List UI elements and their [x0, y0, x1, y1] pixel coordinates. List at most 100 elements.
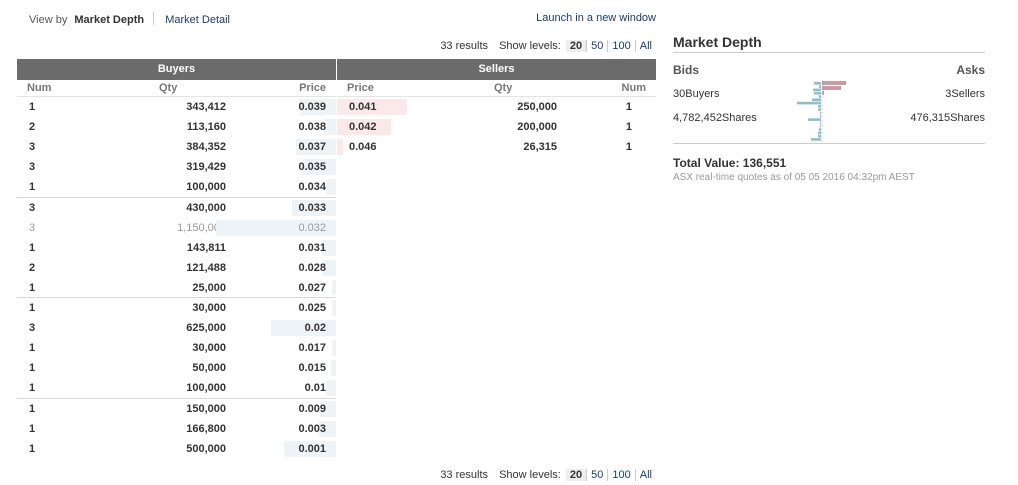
seller-price-cell: 0.046 [337, 137, 447, 157]
buyer-price-cell: 0.028 [237, 258, 336, 278]
buyer-row: 1 500,000 0.001 [17, 439, 336, 459]
buyer-price: 0.034 [298, 181, 326, 194]
buyer-row: 3 430,000 0.033 [17, 197, 336, 217]
buyer-num: 1 [29, 442, 36, 455]
buyer-price: 0.039 [298, 101, 326, 114]
mini-bid-bar [820, 111, 821, 115]
buyer-num: 1 [29, 362, 36, 375]
buyers-column-headers: Num Qty Price [17, 80, 336, 97]
mini-bid-bar [812, 98, 821, 102]
buyer-price-cell: 0.031 [237, 238, 336, 258]
seller-price-cell: 0.041 [337, 97, 447, 117]
mini-bid-bar [818, 108, 821, 111]
buyer-qty: 430,000 [186, 201, 226, 214]
mini-bid-bar [811, 138, 821, 141]
seller-num: 1 [625, 141, 632, 154]
seller-price: 0.042 [349, 121, 377, 134]
buyer-price-cell: 0.027 [237, 277, 336, 299]
level-20[interactable]: 20 [565, 40, 587, 52]
buyer-price-cell: 0.032 [216, 218, 336, 238]
buyer-qty: 100,000 [127, 378, 237, 399]
buyer-price-cell: 0.037 [237, 137, 336, 157]
level-20-bottom[interactable]: 20 [565, 469, 587, 481]
buyer-qty: 625,000 [186, 322, 226, 335]
buyers-table: 1 343,412 0.039 2 113,160 0.038 3 384,352 0.037 3… [17, 97, 336, 459]
level-100-bottom[interactable]: 100 [607, 469, 634, 481]
mini-bid-bar [819, 85, 821, 88]
sellers-table: 0.041 250,000 1 0.042 200,000 1 0.046 26,315 1 [337, 97, 656, 157]
buyer-qty: 50,000 [192, 362, 226, 375]
view-switcher: View by Market Depth Market Detail [29, 12, 230, 26]
asks-label: Asks [956, 63, 985, 77]
buyer-num: 2 [29, 261, 36, 274]
panel-divider [673, 143, 985, 144]
buyer-qty: 384,352 [186, 141, 226, 154]
depth-mini-chart [797, 80, 846, 142]
buyer-qty: 25,000 [127, 277, 237, 299]
buyer-price: 0.009 [298, 402, 326, 415]
panel-summary: Bids Asks 30Buyers 3Sellers 4,782,452Sha… [673, 53, 985, 143]
buyer-num: 1 [17, 277, 127, 299]
mini-ask-bar [822, 81, 846, 85]
level-100[interactable]: 100 [607, 40, 634, 52]
buyer-price: 0.017 [298, 342, 326, 355]
asx-quote-note: ASX real-time quotes as of 05 05 2016 04… [673, 172, 915, 183]
sellers-count: 3Sellers [945, 88, 985, 100]
level-all[interactable]: All [634, 40, 656, 52]
col-buy-qty: Qty [159, 82, 178, 94]
show-levels-label: Show levels: [499, 40, 561, 52]
buyer-qty: 150,000 [186, 402, 226, 415]
buyer-price: 0.035 [298, 161, 326, 174]
view-market-detail-link[interactable]: Market Detail [165, 14, 230, 26]
buyer-price: 0.027 [298, 281, 326, 294]
results-count: 33 results [440, 40, 489, 52]
buyer-qty: 343,412 [186, 101, 226, 114]
buyer-row: 1 30,000 0.017 [17, 338, 336, 358]
level-50-bottom[interactable]: 50 [586, 469, 607, 481]
buyer-row: 3 1,150,000 0.032 [17, 218, 336, 238]
seller-num: 1 [625, 101, 632, 114]
buyer-row: 1 166,800 0.003 [17, 419, 336, 439]
level-50[interactable]: 50 [586, 40, 607, 52]
buyer-row: 3 384,352 0.037 [17, 137, 336, 157]
mini-bid-bar [820, 121, 821, 125]
bids-label: Bids [673, 63, 700, 77]
buyer-num: 1 [29, 101, 36, 114]
buyer-row: 2 113,160 0.038 [17, 117, 336, 137]
buyer-num: 1 [29, 402, 36, 415]
buyer-depth-bar [326, 179, 336, 195]
sellers-header: Sellers [337, 59, 656, 80]
launch-new-window-link[interactable]: Launch in a new window [536, 12, 656, 24]
col-sell-qty: Qty [494, 82, 513, 94]
buyer-qty: 500,000 [186, 442, 226, 455]
seller-price: 0.041 [349, 101, 377, 114]
buyer-price-cell: 0.038 [237, 117, 336, 137]
buyer-depth-bar [271, 320, 336, 337]
buyer-row: 1 100,000 0.034 [17, 177, 336, 198]
col-buy-price: Price [299, 82, 326, 94]
buyer-price-cell: 0.033 [237, 197, 336, 217]
buyer-qty: 113,160 [186, 121, 226, 134]
view-by-label: View by [29, 14, 68, 26]
buyer-num: 3 [29, 221, 36, 234]
levels-bar-bottom: 33 results Show levels: 20 50 100 All [17, 469, 656, 483]
mini-bid-bar [814, 91, 821, 95]
buyer-num: 3 [29, 201, 36, 214]
buyer-price: 0.032 [298, 221, 326, 234]
buyer-price-cell: 0.009 [237, 398, 336, 418]
mini-bid-bar [819, 128, 821, 131]
total-value: Total Value: 136,551 [673, 156, 787, 170]
seller-price: 0.046 [349, 141, 377, 154]
buyer-row: 1 50,000 0.015 [17, 358, 336, 378]
buyer-price-cell: 0.02 [237, 318, 336, 338]
col-sell-price: Price [347, 82, 374, 94]
buyer-qty: 166,800 [186, 422, 226, 435]
buyer-num: 3 [29, 141, 36, 154]
buyer-num: 1 [29, 422, 36, 435]
buyer-price-cell: 0.003 [237, 419, 336, 439]
view-market-depth[interactable]: Market Depth [74, 14, 144, 26]
view-toolbar: View by Market Depth Market Detail Launc… [29, 12, 656, 26]
buyer-price-cell: 0.017 [237, 338, 336, 358]
buyer-price: 0.02 [304, 322, 326, 335]
level-all-bottom[interactable]: All [634, 469, 656, 481]
